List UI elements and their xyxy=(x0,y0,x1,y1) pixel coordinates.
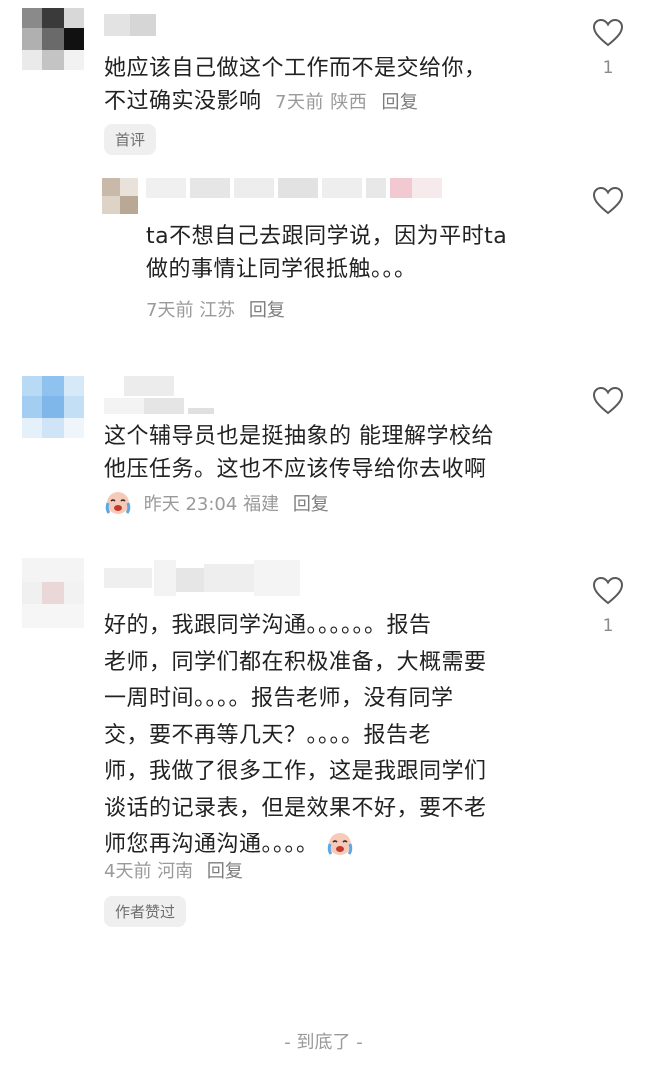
reply-text[interactable]: ta不想自己去跟同学说，因为平时ta 做的事情让同学很抵触。。。 xyxy=(146,220,507,286)
like-count: 1 xyxy=(602,58,614,78)
avatar[interactable] xyxy=(22,376,84,438)
author-liked-badge: 作者赞过 xyxy=(104,896,187,927)
avatar[interactable] xyxy=(22,558,84,628)
avatar[interactable] xyxy=(102,178,138,214)
end-of-list-label: - 到底了 - xyxy=(284,1032,363,1053)
reply-button[interactable]: 回复 xyxy=(249,296,285,322)
crying-face-emoji xyxy=(326,831,354,870)
heart-outline-icon xyxy=(592,386,624,415)
avatar[interactable] xyxy=(22,8,84,70)
comment-text[interactable]: 她应该自己做这个工作而不是交给你， 不过确实没影响 7天前 陕西 回复 xyxy=(104,52,487,119)
reply-button[interactable]: 回复 xyxy=(381,86,418,119)
comment-meta: 昨天 23:04 福建 回复 xyxy=(104,490,329,521)
username-blurred[interactable] xyxy=(104,560,300,596)
like-count: 1 xyxy=(602,616,614,636)
comment-meta: 4天前 河南 回复 xyxy=(104,857,243,883)
username-blurred[interactable] xyxy=(104,14,156,36)
username-blurred[interactable] xyxy=(146,178,442,198)
heart-outline-icon xyxy=(592,576,624,605)
first-comment-badge: 首评 xyxy=(104,124,157,155)
like-button[interactable] xyxy=(591,186,625,216)
comment-meta: 7天前 陕西 回复 xyxy=(275,92,418,113)
heart-outline-icon xyxy=(592,186,624,215)
reply-button[interactable]: 回复 xyxy=(207,857,243,883)
comment-text[interactable]: 这个辅导员也是挺抽象的 能理解学校给 他压任务。这也不应该传导给你去收啊 xyxy=(104,420,494,486)
reply-meta: 7天前 江苏 回复 xyxy=(146,296,285,322)
like-button[interactable] xyxy=(591,576,625,606)
like-button[interactable] xyxy=(591,18,625,48)
username-blurred[interactable] xyxy=(104,376,214,416)
like-button[interactable] xyxy=(591,386,625,416)
comment-text[interactable]: 好的，我跟同学沟通。。。。。。报告 老师，同学们都在积极准备，大概需要 一周时间… xyxy=(104,608,487,870)
crying-face-emoji xyxy=(104,490,132,521)
reply-button[interactable]: 回复 xyxy=(293,490,329,516)
heart-outline-icon xyxy=(592,18,624,47)
